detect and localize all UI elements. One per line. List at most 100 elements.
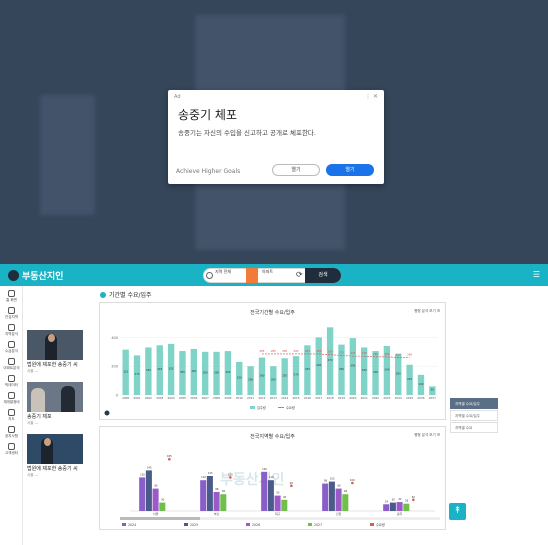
data-label: 40 bbox=[412, 495, 416, 499]
x-tick-label: 2008 bbox=[213, 396, 220, 400]
legend-swatch bbox=[250, 406, 255, 409]
data-label: 200 bbox=[248, 378, 253, 382]
data-label: 255 bbox=[282, 374, 287, 378]
sidebar-item-label: 홈 화면 bbox=[6, 298, 17, 302]
sidebar-item[interactable]: 빅데이터 bbox=[1, 375, 22, 391]
sidebar-item[interactable]: 아파트분석 bbox=[1, 358, 22, 374]
sidebar-item-label: 아파트분석 bbox=[3, 366, 20, 370]
ad-primary-button[interactable]: 열기 bbox=[326, 164, 374, 176]
map-icon bbox=[8, 307, 15, 314]
data-label: 105 bbox=[330, 477, 335, 481]
data-label: 300 bbox=[214, 370, 219, 374]
bar bbox=[206, 476, 213, 511]
y-tick-label: 400 bbox=[111, 336, 118, 340]
sidebar-item-label: 지역분석 bbox=[5, 332, 18, 336]
bar bbox=[342, 494, 349, 511]
news-item[interactable]: 법원에 제포한 송중기 씨 서울 --- bbox=[27, 330, 83, 374]
legend-label: 입주량 bbox=[257, 405, 266, 410]
ad-menu-icon[interactable]: ⋮ ✕ bbox=[365, 93, 378, 100]
chart-period-svg: 0 200 400 315 2000 275 2001 330 2002 345 2003 355 20… bbox=[104, 327, 438, 416]
ad-secondary-button[interactable]: 열기 bbox=[272, 164, 320, 176]
sidebar-item[interactable]: 관심지역 bbox=[1, 307, 22, 323]
news-item[interactable]: 송중기 체포 서울 --- bbox=[27, 382, 83, 426]
data-label: 140 bbox=[418, 382, 423, 386]
ad-title: 송중기 체포 bbox=[178, 108, 238, 122]
sidebar-item[interactable]: 고객센터 bbox=[1, 443, 22, 459]
sidebar-item-label: 빅데이터 bbox=[5, 383, 18, 387]
bar bbox=[267, 480, 274, 511]
scrollbar-thumb bbox=[120, 517, 200, 520]
refresh-icon[interactable]: ⟳ bbox=[296, 270, 303, 279]
search-type-select[interactable]: 지역 전체 bbox=[205, 269, 241, 282]
data-label: 330 bbox=[146, 368, 151, 372]
x-tick-label: 2026 bbox=[417, 396, 424, 400]
bar bbox=[281, 499, 288, 511]
data-label: 60 bbox=[431, 388, 435, 392]
data-label: 24 bbox=[385, 499, 389, 503]
x-tick-label: 2021 bbox=[361, 396, 368, 400]
data-label: 210 bbox=[407, 377, 412, 381]
sidebar-item-label: 관심지역 bbox=[5, 315, 18, 319]
side-tab[interactable]: 지역별 수요/입주 bbox=[450, 398, 498, 409]
demand-label: 265 bbox=[373, 352, 378, 356]
sidebar-item[interactable]: 공지사항 bbox=[1, 426, 22, 442]
scroll-top-button[interactable]: ↟ bbox=[449, 503, 466, 520]
ad-tag: Ad bbox=[174, 94, 181, 100]
data-icon bbox=[8, 375, 15, 382]
legend-swatch bbox=[246, 523, 250, 526]
news-source: 서울 --- bbox=[27, 421, 39, 425]
sidebar-item[interactable]: 지도 bbox=[1, 409, 22, 425]
data-label: 270 bbox=[294, 373, 299, 377]
menu-icon[interactable]: ☰ bbox=[533, 270, 540, 279]
x-tick-label: 부산 bbox=[214, 511, 220, 516]
legend-label: 수요량 bbox=[376, 522, 385, 527]
demand-point bbox=[412, 498, 415, 502]
sidebar-item-label: 고객센터 bbox=[5, 451, 18, 455]
data-label: 260 bbox=[259, 373, 264, 377]
x-tick-label: 2014 bbox=[281, 396, 288, 400]
data-label: 30 bbox=[392, 498, 396, 502]
data-label: 350 bbox=[339, 367, 344, 371]
x-tick-label: 2017 bbox=[315, 396, 322, 400]
demand-label: 280 bbox=[328, 350, 333, 354]
data-label: 120 bbox=[140, 472, 145, 476]
news-item[interactable]: 법원에 제포한 송중기 씨 서울 --- bbox=[27, 434, 83, 478]
data-label: 80 bbox=[154, 484, 158, 488]
x-tick-label: 2015 bbox=[292, 396, 299, 400]
news-title: 법원에 제포한 송중기 씨 bbox=[27, 466, 78, 472]
legend-label: 2027 bbox=[314, 523, 322, 527]
sidebar-item[interactable]: 홈 화면 bbox=[1, 290, 22, 306]
data-label: 55 bbox=[276, 491, 280, 495]
ad-dialog[interactable]: Ad ⋮ ✕ 송중기 체포 송중기는 자신의 수입을 신고하고 공개로 체포한다… bbox=[168, 90, 384, 184]
sidebar-item[interactable]: 지역분석 bbox=[1, 324, 22, 340]
search-button[interactable]: 검색 bbox=[305, 268, 341, 283]
x-tick-label: 대구 bbox=[275, 511, 281, 516]
data-label: 68 bbox=[215, 487, 219, 491]
demand-label: 285 bbox=[294, 349, 299, 353]
demand-label: 270 bbox=[362, 351, 367, 355]
sidebar-item-label: 수급분석 bbox=[5, 349, 18, 353]
x-tick-label: 2022 bbox=[372, 396, 379, 400]
legend-swatch bbox=[122, 523, 126, 526]
legend-label: 2024 bbox=[128, 523, 136, 527]
side-tab[interactable]: 지역별 수요/입주 bbox=[450, 410, 498, 421]
demand-label: 260 bbox=[396, 353, 401, 357]
search-region-select[interactable]: 아파트 bbox=[262, 269, 294, 282]
demand-label: 270 bbox=[350, 351, 355, 355]
chart-panel-period: 전국기간별 수요/입주 평형 분석 보기 ☰ 0 200 400 315 2000 275… bbox=[99, 302, 446, 420]
data-label: 100 bbox=[350, 478, 355, 482]
data-label: 32 bbox=[398, 497, 402, 501]
chart-panel-region: 전국지역별 수요/입주 평형 분석 보기 ☰ 부동산지인 120 145 80 30 1… bbox=[99, 426, 446, 530]
sidebar-item-label: 재개발정비 bbox=[3, 400, 20, 404]
sidebar-item[interactable]: 수급분석 bbox=[1, 341, 22, 357]
logo[interactable]: 부동산지인 bbox=[8, 268, 63, 282]
bar bbox=[328, 481, 335, 511]
search-type-toggle[interactable] bbox=[246, 268, 258, 283]
side-tab[interactable]: 지역별 수요 bbox=[450, 422, 498, 433]
demand-label: 265 bbox=[384, 352, 389, 356]
bar bbox=[383, 504, 390, 511]
data-label: 470 bbox=[328, 358, 333, 362]
ad-description: 송중기는 자신의 수입을 신고하고 공개로 체포한다. bbox=[178, 129, 316, 137]
sidebar-item[interactable]: 재개발정비 bbox=[1, 392, 22, 408]
news-thumbnail bbox=[27, 382, 83, 412]
